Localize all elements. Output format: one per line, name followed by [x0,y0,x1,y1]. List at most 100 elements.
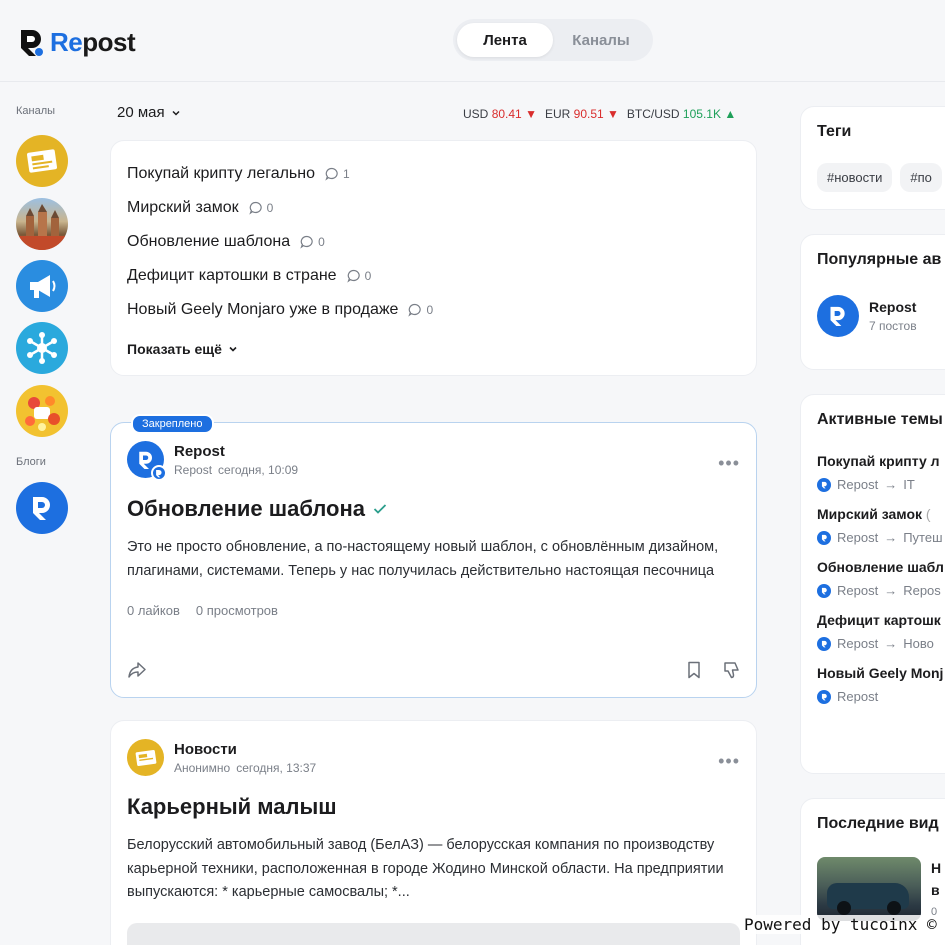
arrow-right-icon: → [884,636,898,651]
repost-logo-icon [33,497,50,520]
post-text: Это не просто обновление, а по-настоящем… [127,539,719,579]
news-icon [27,149,57,173]
date-label: 20 мая [117,104,165,121]
powered-by-watermark: Powered by tucoinx © [742,915,939,934]
repost-logo[interactable]: Repost [18,26,136,58]
sidebar-blogs-label: Блоги [16,456,46,468]
bookmark-icon[interactable] [686,661,702,679]
avatar[interactable] [127,739,164,776]
topic-item[interactable]: Покупай крипту легально 1 [127,157,740,191]
post-time: сегодня, 13:37 [236,760,317,775]
repost-logo-icon [817,689,831,704]
date-selector[interactable]: 20 мая [117,104,181,121]
post-image [127,922,740,945]
active-topic-item[interactable]: Дефицит картошк Repost → Ново [817,612,943,651]
topic-item[interactable]: Дефицит картошки в стране 0 [127,259,740,293]
top-header: Repost Лента Каналы [0,0,945,82]
comment-count: 1 [343,167,350,181]
comment-icon [408,303,422,317]
comment-count: 0 [364,269,372,283]
comment-icon [248,201,262,215]
comment-icon [346,269,360,283]
channel-games[interactable] [16,385,68,437]
post-card[interactable]: Новости Анонимно сегодня, 13:37 ••• Карье… [110,720,757,945]
currency-rates: USD 80.41 ▼ EUR 90.51 ▼ BTC/USD 105.1K ▲ [463,107,736,121]
repost-logo-icon [817,530,831,545]
logo-text: Repost [50,26,136,57]
likes-count: 0 лайков [127,603,180,618]
repost-logo-icon [817,583,831,598]
active-topic-item[interactable]: Обновление шабл Repost → Repos [817,559,944,598]
comment-count: 0 [318,235,325,249]
blog-repost[interactable] [16,482,68,534]
more-options-icon[interactable]: ••• [718,751,740,772]
down-arrow-icon: ▼ [525,107,537,121]
active-topics-card: Активные темы Покупай крипту л Repost → IT… [800,394,945,774]
post-time: сегодня, 10:09 [218,462,299,477]
author-subtitle: Repost [174,462,213,477]
down-arrow-icon: ▼ [607,107,619,121]
popular-authors-card: Популярные ав Repost 7 постов [800,234,945,370]
repost-logo-icon [21,30,43,56]
author-name[interactable]: Repost [174,443,298,460]
active-topic-item[interactable]: Покупай крипту л Repost → IT [817,453,943,492]
arrow-right-icon: → [884,583,898,598]
repost-logo-icon [817,477,831,492]
dislike-icon[interactable] [722,661,740,679]
post-card-pinned[interactable]: Закреплено Repost Repost сегодня, 10:09 •… [110,414,757,698]
hot-topics-card: Покупай крипту легально 1 Мирский замок … [110,140,757,376]
views-count: 0 просмотров [195,603,278,618]
channel-tech[interactable] [16,322,68,374]
channel-announcements[interactable] [16,260,68,312]
arrow-right-icon: → [884,477,898,492]
author-subtitle: Анонимно [174,760,231,775]
topic-item[interactable]: Новый Geely Monjaro уже в продаже 0 [127,293,740,327]
video-title: Н [931,860,942,876]
tab-channels[interactable]: Каналы [553,23,649,57]
popular-author-item[interactable]: Repost 7 постов [817,295,943,337]
share-icon[interactable] [127,661,147,679]
post-title[interactable]: Обновление шаблона [127,496,365,522]
active-topic-item[interactable]: Новый Geely Monj Repost [817,665,943,704]
checkmark-icon [373,504,387,514]
more-options-icon[interactable]: ••• [718,453,740,474]
author-name[interactable]: Новости [174,741,316,758]
eur-label: EUR [544,107,571,121]
comment-count: 0 [266,201,274,215]
sidebar-channels-label: Каналы [16,105,56,117]
network-icon [27,332,57,364]
post-title[interactable]: Карьерный малыш [127,794,337,820]
video-thumbnail[interactable] [817,857,921,921]
popular-author-posts: 7 постов [869,319,917,333]
eur-value: 90.51 [573,107,604,121]
arrow-right-icon: → [884,530,898,545]
chevron-down-icon [172,110,180,116]
btc-value: 105.1K [682,107,721,121]
post-text: Белорусский автомобильный завод (БелАЗ) … [127,837,724,900]
avatar [817,295,859,337]
usd-label: USD [463,107,489,121]
topic-item[interactable]: Мирский замок 0 [127,191,740,225]
usd-value: 80.41 [491,107,522,121]
popular-author-name: Repost [869,299,917,315]
tab-feed[interactable]: Лента [457,23,553,57]
video-item[interactable]: Н в 0 [817,857,943,923]
tag-chip[interactable]: #по [900,163,942,192]
channel-news[interactable] [16,135,68,187]
channel-castle[interactable] [16,198,68,250]
active-topic-item[interactable]: Мирский замок ( Repost → Путеш [817,506,943,545]
active-topics-title: Активные темы [817,411,943,428]
avatar[interactable] [127,441,167,481]
games-icon [25,396,60,431]
repost-logo-icon [830,306,845,326]
pinned-badge: Закреплено [131,414,214,434]
popular-title: Популярные ав [817,251,942,268]
tag-chip[interactable]: #новости [817,163,893,192]
chevron-down-icon [229,346,237,352]
topic-item[interactable]: Обновление шаблона 0 [127,225,740,259]
comment-count: 0 [426,303,434,317]
show-more-button[interactable]: Показать ещё [127,341,740,357]
up-arrow-icon: ▲ [724,107,737,121]
comment-icon [325,167,338,181]
repost-logo-icon [817,636,831,651]
